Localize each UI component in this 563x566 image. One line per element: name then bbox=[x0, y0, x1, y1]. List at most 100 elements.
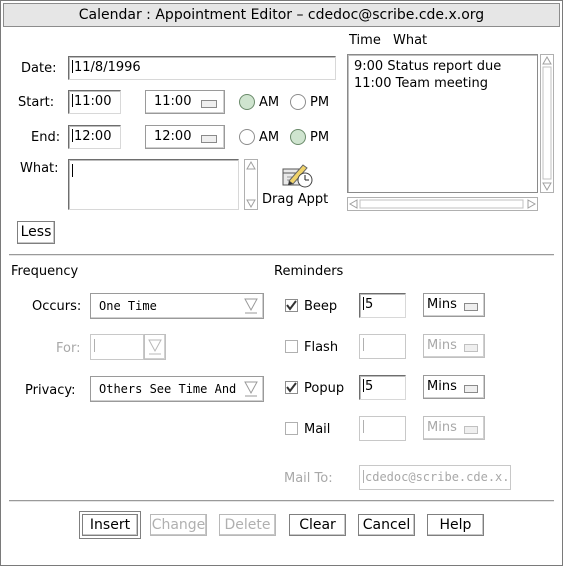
menu-button-icon bbox=[464, 344, 478, 352]
date-field[interactable]: 11/8/1996 bbox=[68, 56, 336, 80]
help-button[interactable]: Help bbox=[427, 514, 484, 536]
flash-checkbox[interactable] bbox=[285, 340, 298, 353]
popup-unit-value: Mins bbox=[427, 379, 457, 394]
less-button[interactable]: Less bbox=[17, 221, 55, 244]
change-button[interactable]: Change bbox=[150, 514, 207, 536]
what-textarea[interactable] bbox=[68, 159, 239, 210]
start-time-field[interactable]: 11:00 bbox=[68, 90, 121, 114]
popup-value: 5 bbox=[365, 379, 374, 394]
appointment-list[interactable]: 9:00 Status report due 11:00 Team meetin… bbox=[347, 54, 538, 193]
date-value: 11/8/1996 bbox=[74, 60, 141, 75]
popup-unit-menu[interactable]: Mins bbox=[423, 375, 485, 399]
text-cursor bbox=[72, 129, 73, 142]
text-cursor bbox=[72, 60, 73, 73]
occurs-value: One Time bbox=[99, 299, 157, 313]
mail-checkbox[interactable] bbox=[285, 422, 298, 435]
end-pm-label: PM bbox=[310, 130, 330, 145]
text-cursor bbox=[94, 339, 95, 352]
list-time-header: Time bbox=[349, 33, 381, 48]
beep-label: Beep bbox=[304, 299, 338, 314]
beep-value-field[interactable]: 5 bbox=[359, 293, 406, 318]
frequency-header: Frequency bbox=[11, 264, 79, 279]
date-label: Date: bbox=[21, 61, 57, 76]
end-time-field[interactable]: 12:00 bbox=[68, 125, 121, 149]
section-divider bbox=[9, 500, 554, 502]
appointment-editor-window: Calendar : Appointment Editor – cdedoc@s… bbox=[0, 0, 563, 566]
occurs-combo[interactable]: One Time bbox=[90, 293, 264, 319]
end-time-value: 12:00 bbox=[74, 129, 112, 144]
end-time-menu[interactable]: 12:00 bbox=[145, 125, 225, 149]
flash-label: Flash bbox=[304, 340, 339, 355]
window-title[interactable]: Calendar : Appointment Editor – cdedoc@s… bbox=[3, 3, 560, 27]
flash-value-field bbox=[359, 334, 406, 359]
mail-value-field bbox=[359, 416, 406, 441]
list-item[interactable]: 11:00 Team meeting bbox=[354, 76, 488, 91]
start-pm-radio[interactable] bbox=[290, 94, 306, 110]
dropdown-arrow-icon bbox=[244, 381, 258, 397]
menu-button-icon bbox=[201, 135, 217, 143]
end-am-label: AM bbox=[259, 130, 280, 145]
popup-label: Popup bbox=[304, 381, 345, 396]
for-dropdown-button bbox=[144, 334, 166, 360]
menu-button-icon bbox=[464, 385, 478, 393]
text-cursor bbox=[363, 297, 364, 310]
scrollbar-arrows-icon bbox=[348, 199, 537, 209]
dropdown-arrow-icon bbox=[244, 298, 258, 314]
start-time-menu-value: 11:00 bbox=[154, 94, 192, 109]
dropdown-arrow-icon bbox=[148, 339, 162, 355]
list-what-header: What bbox=[393, 33, 428, 48]
clear-button[interactable]: Clear bbox=[289, 514, 346, 536]
privacy-combo[interactable]: Others See Time And bbox=[90, 376, 264, 402]
menu-button-icon bbox=[201, 100, 217, 108]
flash-unit-value: Mins bbox=[427, 338, 457, 353]
start-time-menu[interactable]: 11:00 bbox=[145, 90, 225, 114]
text-cursor bbox=[72, 94, 73, 107]
text-cursor bbox=[363, 420, 364, 433]
text-cursor bbox=[363, 379, 364, 392]
checkmark-icon bbox=[286, 300, 297, 311]
text-cursor bbox=[363, 470, 364, 483]
text-cursor bbox=[72, 164, 73, 177]
scrollbar-arrows-icon bbox=[542, 55, 552, 192]
drag-appt-icon[interactable] bbox=[281, 161, 315, 189]
start-am-label: AM bbox=[259, 95, 280, 110]
menu-button-icon bbox=[464, 303, 478, 311]
start-time-value: 11:00 bbox=[74, 94, 112, 109]
beep-unit-menu[interactable]: Mins bbox=[423, 293, 485, 317]
end-label: End: bbox=[31, 130, 61, 145]
cancel-button[interactable]: Cancel bbox=[358, 514, 415, 536]
scrollbar-arrows-icon bbox=[246, 160, 256, 209]
mailto-label: Mail To: bbox=[284, 471, 333, 486]
privacy-value: Others See Time And bbox=[99, 382, 237, 396]
occurs-label: Occurs: bbox=[32, 299, 82, 314]
for-field bbox=[90, 334, 144, 360]
insert-button[interactable]: Insert bbox=[79, 511, 141, 539]
delete-button[interactable]: Delete bbox=[219, 514, 276, 536]
beep-value: 5 bbox=[365, 297, 374, 312]
end-time-menu-value: 12:00 bbox=[154, 129, 192, 144]
text-cursor bbox=[363, 338, 364, 351]
list-horizontal-scrollbar[interactable] bbox=[347, 197, 538, 211]
end-am-radio[interactable] bbox=[239, 129, 255, 145]
what-scrollbar[interactable] bbox=[244, 159, 258, 210]
list-item[interactable]: 9:00 Status report due bbox=[354, 59, 501, 74]
start-label: Start: bbox=[18, 95, 55, 110]
mailto-value: cdedoc@scribe.cde.x. bbox=[365, 470, 510, 484]
drag-appt-label: Drag Appt bbox=[262, 192, 329, 207]
end-pm-radio[interactable] bbox=[290, 129, 306, 145]
for-label: For: bbox=[56, 341, 81, 356]
privacy-label: Privacy: bbox=[25, 383, 76, 398]
flash-unit-menu: Mins bbox=[423, 334, 485, 358]
beep-checkbox[interactable] bbox=[285, 299, 298, 312]
checkmark-icon bbox=[286, 382, 297, 393]
popup-checkbox[interactable] bbox=[285, 381, 298, 394]
popup-value-field[interactable]: 5 bbox=[359, 375, 406, 400]
mail-unit-menu: Mins bbox=[423, 416, 485, 440]
list-vertical-scrollbar[interactable] bbox=[540, 54, 554, 193]
start-am-radio[interactable] bbox=[239, 94, 255, 110]
what-label: What: bbox=[20, 161, 59, 176]
mail-unit-value: Mins bbox=[427, 420, 457, 435]
menu-button-icon bbox=[464, 426, 478, 434]
mailto-field: cdedoc@scribe.cde.x. bbox=[359, 465, 511, 490]
mail-label: Mail bbox=[304, 422, 331, 437]
